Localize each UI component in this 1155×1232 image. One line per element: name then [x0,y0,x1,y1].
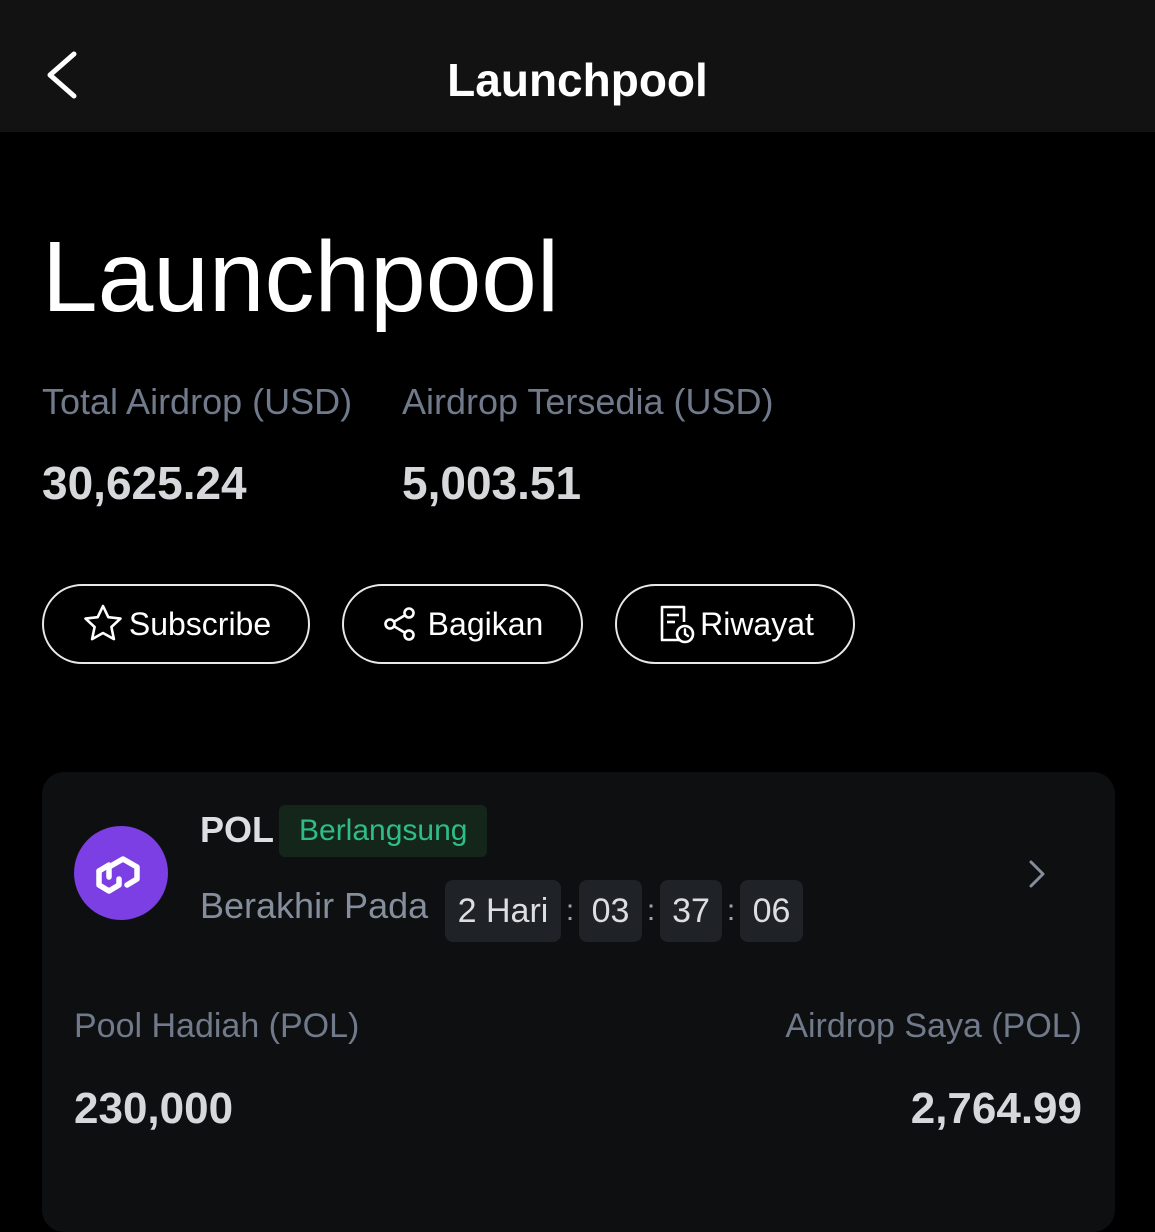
prize-pool-label: Pool Hadiah (POL) [74,1007,360,1045]
timer-separator: : [726,894,736,927]
timer-separator: : [565,894,575,927]
timer-seconds: 06 [740,880,803,942]
history-label: Riwayat [700,605,814,642]
star-icon [84,604,122,641]
history-document-icon [660,605,695,644]
status-badge: Berlangsung [279,805,488,857]
prize-pool-value: 230,000 [74,1084,234,1133]
share-label: Bagikan [427,605,544,642]
my-airdrop-label: Airdrop Saya (POL) [785,1007,1082,1045]
coin-name: POL [200,809,275,850]
share-icon [383,607,415,641]
subscribe-button[interactable]: Subscribe [42,584,310,664]
available-airdrop-value: 5,003.51 [402,457,582,509]
timer-minutes: 37 [660,880,722,942]
total-airdrop-label: Total Airdrop (USD) [42,381,353,422]
chevron-right-icon [1029,860,1045,888]
timer-hours: 03 [579,880,642,942]
pool-card[interactable]: POL Berlangsung Berakhir Pada 2 Hari : 0… [42,772,1115,1232]
subscribe-label: Subscribe [128,605,272,642]
available-airdrop-label: Airdrop Tersedia (USD) [402,381,774,422]
pool-detail-chevron[interactable] [1022,854,1052,894]
ends-label: Berakhir Pada [200,885,429,926]
total-airdrop-value: 30,625.24 [42,457,247,509]
history-button[interactable]: Riwayat [615,584,855,664]
page-title: Launchpool [447,54,708,106]
timer-separator: : [646,894,656,927]
timer-days: 2 Hari [445,880,561,942]
polygon-logo-icon [74,826,168,920]
hero-title: Launchpool [42,221,560,333]
share-button[interactable]: Bagikan [342,584,583,664]
my-airdrop-value: 2,764.99 [910,1084,1082,1133]
top-app-bar: Launchpool [0,0,1155,132]
